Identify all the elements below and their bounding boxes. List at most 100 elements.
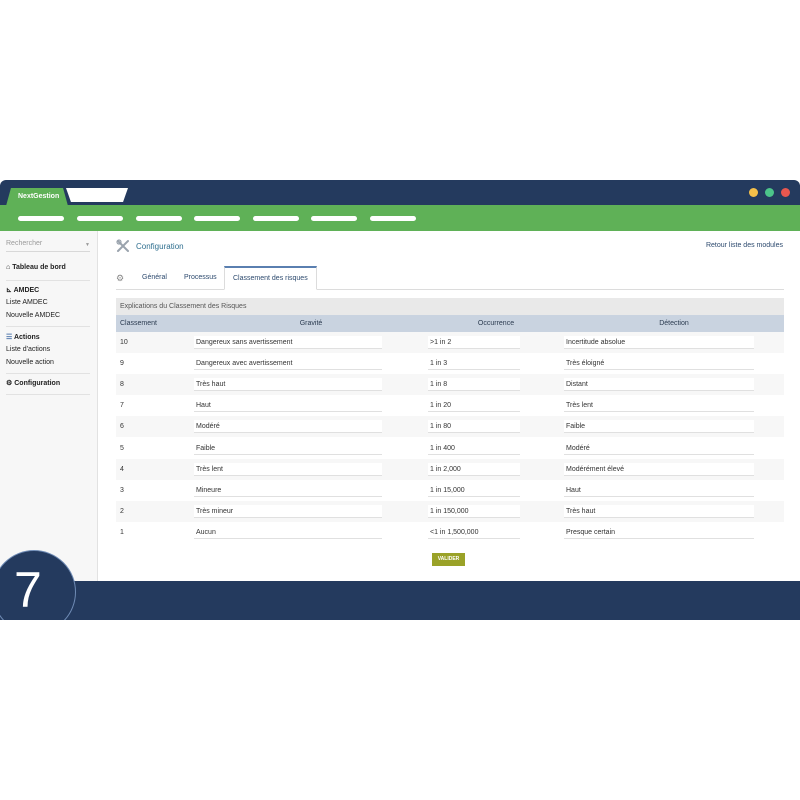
home-icon: ⌂ [6,264,11,271]
detection-field[interactable]: Modéré [564,441,754,455]
detection-field[interactable]: Très haut [564,504,754,518]
nav-placeholder-7[interactable] [370,216,416,221]
occurrence-field[interactable]: 1 in 2,000 [428,462,520,476]
sidebar-configuration-label: Configuration [14,380,61,387]
gravite-field[interactable]: Très haut [194,378,382,392]
table-cell: Modéré [194,416,428,437]
occurrence-field[interactable]: 1 in 8 [428,378,520,392]
tab-classement-risques[interactable]: Classement des risques [224,266,317,290]
table-cell: 1 [116,522,194,543]
nav-placeholder-1[interactable] [18,216,64,221]
table-cell: 1 in 8 [428,374,564,395]
main-content: Configuration Retour liste des modules ⚙… [98,231,800,581]
gravite-field[interactable]: Très lent [194,462,382,476]
top-nav-bar [0,205,800,231]
rank-cell: 5 [120,444,124,452]
occurrence-field[interactable]: 1 in 150,000 [428,504,520,518]
detection-field[interactable]: Incertitude absolue [564,336,754,350]
gravite-field[interactable]: Faible [194,441,382,455]
sidebar: Rechercher ▼ ⌂ Tableau de bord ⊾ AMDEC L… [0,231,98,581]
back-to-modules-link[interactable]: Retour liste des modules [706,242,783,249]
minimize-dot[interactable] [749,188,758,197]
browser-tab-blank[interactable] [66,188,128,202]
sidebar-item-liste-actions[interactable]: Liste d'actions [6,346,50,353]
sidebar-item-actions[interactable]: ☰ Actions [6,333,40,341]
occurrence-field[interactable]: 1 in 20 [428,399,520,413]
close-dot[interactable] [781,188,790,197]
table-row: 1 Aucun <1 in 1,500,000 Presque certain [116,521,784,543]
table-row: 7 Haut 1 in 20 Très lent [116,395,784,417]
detection-field[interactable]: Distant [564,378,754,392]
sidebar-item-configuration[interactable]: ⚙ Configuration [6,379,60,387]
table-cell: 4 [116,459,194,480]
detection-field[interactable]: Très lent [564,399,754,413]
rank-cell: 1 [120,528,124,536]
sidebar-item-nouvelle-amdec[interactable]: Nouvelle AMDEC [6,312,60,319]
table-cell: 1 in 20 [428,395,564,416]
occurrence-field[interactable]: >1 in 2 [428,336,520,350]
table-cell: Très haut [194,374,428,395]
maximize-dot[interactable] [765,188,774,197]
table-cell: 1 in 150,000 [428,501,564,522]
rank-cell: 4 [120,465,124,473]
table-cell: Presque certain [564,522,784,543]
tab-general[interactable]: Général [142,266,167,290]
detection-field[interactable]: Presque certain [564,525,754,539]
table-cell: 1 in 3 [428,353,564,374]
gravite-field[interactable]: Aucun [194,525,382,539]
table-cell: 10 [116,332,194,353]
occurrence-field[interactable]: <1 in 1,500,000 [428,525,520,539]
badge-number: 7 [14,562,42,618]
nav-placeholder-6[interactable] [311,216,357,221]
settings-gear-icon: ⚙ [116,273,125,283]
page-title: Configuration [136,242,184,251]
occurrence-field[interactable]: 1 in 400 [428,441,520,455]
table-cell: Modéré [564,437,784,458]
settings-tabs: ⚙ Général Processus Classement des risqu… [116,266,784,290]
table-row: 4 Très lent 1 in 2,000 Modérément élevé [116,458,784,480]
table-cell: Très lent [564,395,784,416]
gravite-field[interactable]: Dangereux sans avertissement [194,336,382,350]
browser-tab-bar: NextGestion [0,180,800,206]
sidebar-item-liste-amdec[interactable]: Liste AMDEC [6,299,48,306]
table-cell: Très lent [194,459,428,480]
nav-placeholder-2[interactable] [77,216,123,221]
sidebar-item-nouvelle-action[interactable]: Nouvelle action [6,359,54,366]
valider-button[interactable]: VALIDER [432,553,465,566]
sidebar-item-amdec[interactable]: ⊾ AMDEC [6,286,39,294]
table-cell: Dangereux avec avertissement [194,353,428,374]
footer-bar [0,581,800,620]
table-row: 6 Modéré 1 in 80 Faible [116,416,784,438]
table-cell: 8 [116,374,194,395]
gravite-field[interactable]: Très mineur [194,504,382,518]
table-cell: 6 [116,416,194,437]
browser-tab-active[interactable]: NextGestion [6,188,68,206]
column-header: Classement [116,315,194,332]
table-cell: 5 [116,437,194,458]
gravite-field[interactable]: Mineure [194,483,382,497]
table-cell: Très mineur [194,501,428,522]
nav-placeholder-5[interactable] [253,216,299,221]
rank-cell: 6 [120,423,124,431]
table-cell: 1 in 15,000 [428,480,564,501]
detection-field[interactable]: Faible [564,420,754,434]
sidebar-divider [6,326,90,327]
nav-placeholder-4[interactable] [194,216,240,221]
occurrence-field[interactable]: 1 in 3 [428,357,520,371]
detection-field[interactable]: Haut [564,483,754,497]
nav-placeholder-3[interactable] [136,216,182,221]
column-header: Gravité [194,315,428,332]
gravite-field[interactable]: Haut [194,399,382,413]
table-cell: Haut [194,395,428,416]
detection-field[interactable]: Très éloigné [564,357,754,371]
gravite-field[interactable]: Modéré [194,420,382,434]
tab-processus[interactable]: Processus [184,266,217,290]
occurrence-field[interactable]: 1 in 80 [428,420,520,434]
gravite-field[interactable]: Dangereux avec avertissement [194,357,382,371]
detection-field[interactable]: Modérément élevé [564,462,754,476]
search-input[interactable]: Rechercher ▼ [6,240,90,252]
sidebar-item-dashboard[interactable]: ⌂ Tableau de bord [6,264,66,271]
rank-cell: 8 [120,381,124,389]
rank-cell: 10 [120,339,128,347]
occurrence-field[interactable]: 1 in 15,000 [428,483,520,497]
